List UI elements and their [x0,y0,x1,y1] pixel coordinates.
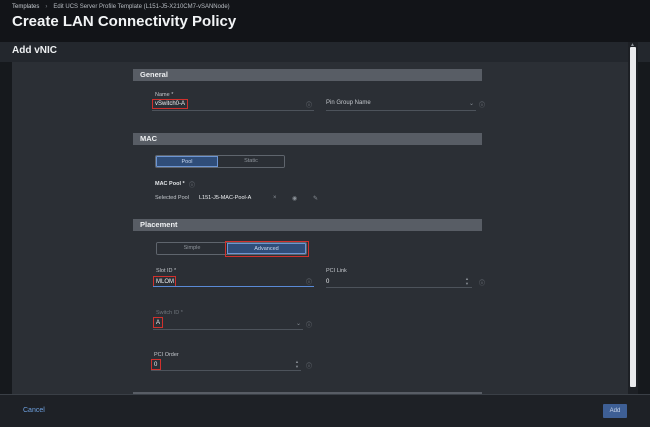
info-icon: ⓘ [479,103,486,109]
clear-icon[interactable]: × [273,195,277,201]
pci-link-label: PCI Link [326,268,347,274]
top-bar: Templates › Edit UCS Server Profile Temp… [0,0,650,42]
breadcrumb-separator: › [45,4,48,10]
selected-pool-label: Selected Pool [155,195,189,201]
switch-id-underline [153,329,303,330]
pci-link-input[interactable]: 0 [326,279,329,285]
modal-footer: Cancel Add [0,394,650,427]
switch-id-label: Switch ID * [156,310,183,316]
info-icon: ⓘ [479,281,486,287]
edit-pencil-icon[interactable]: ✎ [313,195,318,202]
pci-link-underline [326,287,472,288]
breadcrumb-current: Edit UCS Server Profile Template (L151-J… [53,4,230,10]
selected-pool-value: L151-J5-MAC-Pool-A [199,195,252,201]
pci-order-label: PCI Order [154,352,179,358]
stepper-arrows-icon[interactable]: ▲ ▼ [465,276,469,286]
modal-title: Add vNIC [12,45,57,56]
slot-id-underline [153,286,314,287]
info-icon: ⓘ [189,183,196,189]
name-label: Name * [155,92,174,98]
mac-type-toggle: Pool Static [155,155,285,168]
add-button[interactable]: Add [603,404,627,418]
slot-id-label: Slot ID * [156,268,177,274]
mac-pool-label: MAC Pool * [155,181,185,187]
section-placement: Placement [133,219,482,231]
switch-id-highlight-box [153,317,163,328]
pci-order-underline [151,370,301,371]
cancel-button[interactable]: Cancel [23,407,45,414]
placement-simple-option[interactable]: Simple [157,243,227,254]
stepper-arrows-icon[interactable]: ▲ ▼ [295,359,299,369]
mac-static-option[interactable]: Static [218,156,284,167]
advanced-highlight-box [225,241,309,257]
scrollbar-thumb[interactable] [630,47,636,387]
eye-icon[interactable]: ◉ [292,195,297,202]
breadcrumb: Templates › Edit UCS Server Profile Temp… [12,4,230,10]
pci-order-highlight-box [151,359,161,370]
pin-group-underline [326,110,476,111]
pin-group-select[interactable]: Pin Group Name [326,100,371,106]
chevron-down-icon[interactable]: ⌄ [296,320,301,327]
mac-pool-option[interactable]: Pool [156,156,218,167]
info-icon: ⓘ [306,364,313,370]
page-title: Create LAN Connectivity Policy [12,13,237,30]
modal-header: Add vNIC [0,42,650,62]
section-general: General [133,69,482,81]
section-mac: MAC [133,133,482,145]
scrollbar[interactable]: ▲ [628,42,638,394]
breadcrumb-templates[interactable]: Templates [12,4,39,10]
chevron-down-icon[interactable]: ⌄ [469,100,474,107]
name-underline [152,110,314,111]
info-icon: ⓘ [306,103,313,109]
name-highlight-box [152,99,188,109]
info-icon: ⓘ [306,323,313,329]
info-icon: ⓘ [306,280,313,286]
